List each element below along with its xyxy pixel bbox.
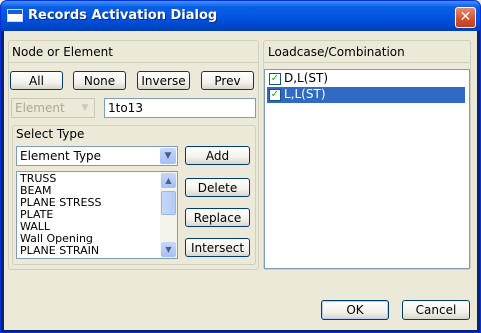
chevron-down-icon: ▼: [77, 100, 93, 116]
dialog-body: Node or Element All None Inverse Prev El…: [4, 31, 477, 330]
window-icon: [7, 9, 23, 22]
delete-button[interactable]: Delete: [185, 178, 250, 197]
loadcase-item[interactable]: ✓ D,L(ST): [267, 71, 465, 87]
select-type-header: Select Type: [16, 127, 85, 141]
loadcase-label: L,L(ST): [284, 87, 326, 101]
loadcase-label: D,L(ST): [284, 71, 329, 85]
checkmark-icon[interactable]: ✓: [269, 89, 281, 101]
none-button[interactable]: None: [73, 71, 126, 90]
add-button[interactable]: Add: [185, 146, 250, 165]
cancel-button[interactable]: Cancel: [402, 300, 470, 320]
close-button[interactable]: ✕: [455, 7, 476, 28]
list-scrollbar[interactable]: ▲ ▼: [160, 172, 177, 258]
combo-value: Element Type: [20, 149, 102, 163]
dialog-window: Records Activation Dialog ✕ Node or Elem…: [0, 0, 481, 333]
divider: [9, 62, 258, 63]
scroll-thumb[interactable]: [161, 191, 176, 215]
checkmark-icon[interactable]: ✓: [269, 73, 281, 85]
intersect-button[interactable]: Intersect: [185, 238, 250, 257]
window-title: Records Activation Dialog: [28, 8, 218, 23]
loadcase-header: Loadcase/Combination: [268, 45, 405, 59]
title-bar[interactable]: Records Activation Dialog ✕: [1, 1, 480, 31]
combo-value: Element: [15, 101, 65, 115]
chevron-down-icon[interactable]: ▼: [160, 148, 176, 164]
node-element-type-combo: Element ▼: [11, 98, 95, 118]
loadcase-item-selected[interactable]: ✓ L,L(ST): [267, 87, 465, 103]
inverse-button[interactable]: Inverse: [137, 71, 190, 90]
loadcase-list[interactable]: ✓ D,L(ST) ✓ L,L(ST): [264, 69, 470, 269]
select-type-combo[interactable]: Element Type ▼: [16, 146, 178, 166]
close-icon: ✕: [459, 9, 472, 25]
replace-button[interactable]: Replace: [185, 208, 250, 227]
scroll-up-icon[interactable]: ▲: [161, 173, 176, 188]
divider: [264, 62, 470, 63]
scroll-down-icon[interactable]: ▼: [161, 242, 176, 257]
ok-button[interactable]: OK: [321, 300, 389, 320]
list-items: TRUSS BEAM PLANE STRESS PLATE WALL Wall …: [17, 173, 162, 257]
type-listbox[interactable]: TRUSS BEAM PLANE STRESS PLATE WALL Wall …: [16, 171, 178, 259]
range-input[interactable]: 1to13: [104, 98, 256, 118]
node-or-element-header: Node or Element: [12, 45, 113, 59]
list-item[interactable]: PLANE STRAIN: [17, 245, 162, 257]
all-button[interactable]: All: [10, 71, 63, 90]
prev-button[interactable]: Prev: [201, 71, 254, 90]
